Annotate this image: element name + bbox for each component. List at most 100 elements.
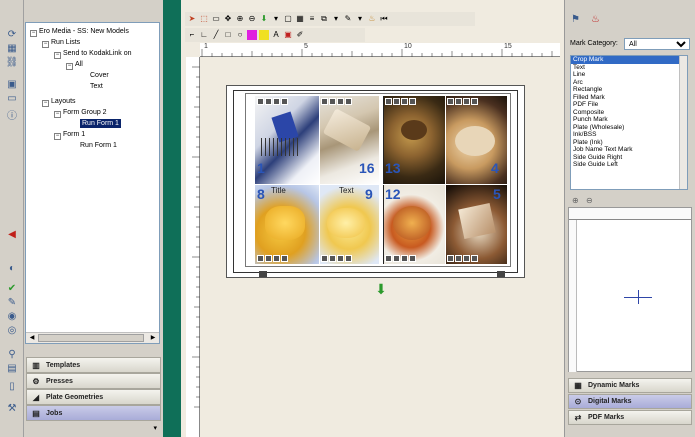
- accordion-dynamic-marks[interactable]: ▦ Dynamic Marks: [568, 378, 692, 393]
- collapse-icon[interactable]: −: [42, 100, 49, 107]
- tool-icon[interactable]: ✎: [5, 296, 19, 308]
- tree-run-form-1-selected[interactable]: Run Form 1: [80, 119, 121, 128]
- collapse-icon[interactable]: −: [66, 63, 73, 70]
- mark-item[interactable]: Plate (Wholesale): [571, 124, 687, 132]
- tree-horizontal-scrollbar[interactable]: ◀ ▶: [26, 332, 159, 343]
- zoom-out-icon[interactable]: ⊖: [247, 14, 257, 24]
- corner-icon[interactable]: ∟: [199, 30, 209, 40]
- mark-item[interactable]: Line: [571, 71, 687, 79]
- tree-send-to[interactable]: − Send to KodakLink on: [54, 49, 132, 59]
- target-icon[interactable]: ◎: [5, 324, 19, 336]
- dropdown-icon[interactable]: ▾: [331, 14, 341, 24]
- collapse-icon[interactable]: −: [30, 30, 37, 37]
- tree-layouts[interactable]: − Layouts: [42, 97, 76, 107]
- collapse-icon[interactable]: −: [42, 41, 49, 48]
- skip-icon[interactable]: ⏮: [379, 14, 389, 24]
- yellow-swatch-icon[interactable]: [259, 30, 269, 40]
- tree-run-lists[interactable]: − Run Lists: [42, 38, 80, 48]
- image-icon[interactable]: ▣: [283, 30, 293, 40]
- page-marks: [385, 98, 416, 105]
- scroll-right-icon[interactable]: ▶: [148, 334, 158, 342]
- mark-item[interactable]: Plate (Ink): [571, 139, 687, 147]
- wrench-icon[interactable]: ⚒: [5, 402, 19, 414]
- zoom-in-icon[interactable]: ⊕: [572, 196, 579, 205]
- marks-flame-icon[interactable]: ♨: [591, 14, 600, 25]
- check-icon[interactable]: ✔: [5, 282, 19, 294]
- tree-text[interactable]: Text: [90, 82, 103, 91]
- line-icon[interactable]: ╱: [211, 30, 221, 40]
- save-icon[interactable]: ▣: [5, 78, 19, 90]
- accordion-templates[interactable]: ▥ Templates: [26, 357, 161, 373]
- pasta-graphic-2: [327, 208, 365, 238]
- tree-form-1[interactable]: − Form 1: [54, 130, 85, 140]
- doc-icon[interactable]: ▯: [5, 380, 19, 392]
- select-icon[interactable]: ⬚: [199, 14, 209, 24]
- zoom-out-icon[interactable]: ⊖: [586, 196, 593, 205]
- mark-item[interactable]: Composite: [571, 109, 687, 117]
- mark-item[interactable]: Ink/BSS: [571, 131, 687, 139]
- accordion-pdf-marks[interactable]: ⇄ PDF Marks: [568, 410, 692, 425]
- mark-category-select[interactable]: All: [624, 38, 690, 50]
- rectangle-icon[interactable]: □: [223, 30, 233, 40]
- marker-icon[interactable]: ◀: [5, 228, 19, 240]
- pen-icon[interactable]: ✎: [343, 14, 353, 24]
- mark-item[interactable]: Text: [571, 64, 687, 72]
- mark-item[interactable]: Side Guide Right: [571, 154, 687, 162]
- mark-item[interactable]: Crop Mark: [571, 56, 687, 64]
- bread-graphic: [322, 108, 372, 152]
- crop-mark-icon[interactable]: ⌐: [187, 30, 197, 40]
- circle-icon[interactable]: ○: [235, 30, 245, 40]
- stack-icon[interactable]: ▤: [5, 362, 19, 374]
- collapse-icon[interactable]: −: [54, 133, 61, 140]
- mark-item[interactable]: Side Guide Left: [571, 161, 687, 169]
- tree-root[interactable]: − Ero Media - SS: New Models: [30, 27, 129, 37]
- collapse-icon[interactable]: −: [54, 111, 61, 118]
- circle-icon[interactable]: ◉: [5, 310, 19, 322]
- align-icon[interactable]: ≡: [307, 14, 317, 24]
- mark-item[interactable]: Rectangle: [571, 86, 687, 94]
- mark-item[interactable]: Arc: [571, 79, 687, 87]
- scroll-left-icon[interactable]: ◀: [27, 334, 37, 342]
- mark-item[interactable]: PDF File: [571, 101, 687, 109]
- mark-item[interactable]: Job Name Text Mark: [571, 146, 687, 154]
- mark-item[interactable]: Filled Mark: [571, 94, 687, 102]
- dropdown-icon[interactable]: ▾: [355, 14, 365, 24]
- scroll-thumb[interactable]: [38, 334, 144, 342]
- accordion-presses[interactable]: ⚙ Presses: [26, 373, 161, 389]
- mark-list-scrollbar[interactable]: [679, 56, 687, 189]
- tree-form-group-2[interactable]: − Form Group 2: [54, 108, 107, 118]
- blank-icon[interactable]: ▢: [283, 14, 293, 24]
- info-icon[interactable]: ⓘ: [5, 108, 19, 122]
- tree-run-form-1[interactable]: Run Form 1: [80, 141, 117, 150]
- pointer-icon[interactable]: ➤: [187, 14, 197, 24]
- arrow-down-icon[interactable]: ⬇: [259, 14, 269, 24]
- text-icon[interactable]: A: [271, 30, 281, 40]
- page-icon[interactable]: ▭: [211, 14, 221, 24]
- press-sheet[interactable]: 1 16 13 4 8 9 12 5 Title Text: [226, 85, 525, 278]
- tree-all[interactable]: − All: [66, 60, 83, 70]
- move-icon[interactable]: ✥: [223, 14, 233, 24]
- marks-tool-icon[interactable]: ⚑: [571, 14, 580, 25]
- tree-cover[interactable]: Cover: [90, 71, 109, 80]
- grid-icon[interactable]: ▦: [295, 14, 305, 24]
- magenta-swatch-icon[interactable]: [247, 30, 257, 40]
- accordion-digital-marks[interactable]: ⊙ Digital Marks: [568, 394, 692, 409]
- refresh-icon[interactable]: ⟳: [5, 28, 19, 40]
- link-icon[interactable]: ⛓: [5, 56, 19, 68]
- accordion-plate-geometries[interactable]: ◢ Plate Geometries: [26, 389, 161, 405]
- dropdown-icon[interactable]: ▾: [271, 14, 281, 24]
- mark-item[interactable]: Punch Mark: [571, 116, 687, 124]
- flame-icon[interactable]: ♨: [367, 14, 377, 24]
- chevron-down-icon[interactable]: ▾: [153, 424, 157, 432]
- accordion-templates-label: Templates: [46, 361, 81, 369]
- copy-icon[interactable]: ⧉: [319, 14, 329, 24]
- accordion-jobs[interactable]: ▤ Jobs: [26, 405, 161, 421]
- brush-icon[interactable]: ✐: [295, 30, 305, 40]
- pin-icon[interactable]: ⚲: [5, 348, 19, 360]
- zoom-in-icon[interactable]: ⊕: [235, 14, 245, 24]
- collapse-icon[interactable]: −: [54, 52, 61, 59]
- page-icon[interactable]: ▭: [5, 92, 19, 104]
- arrow-down-icon[interactable]: ⬇: [374, 282, 388, 296]
- eye-icon[interactable]: ◐: [5, 262, 19, 274]
- grid-icon[interactable]: ▦: [5, 42, 19, 54]
